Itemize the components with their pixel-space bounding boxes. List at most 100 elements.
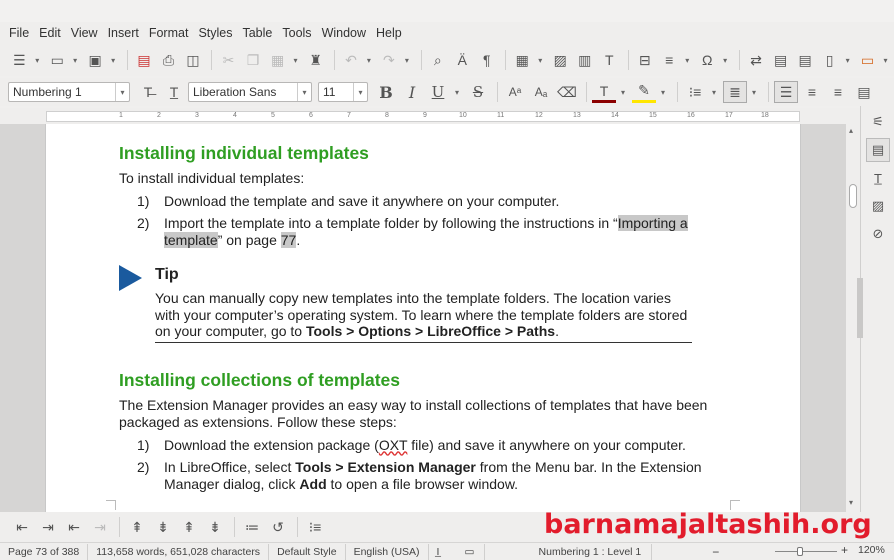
highlight-color-icon[interactable]: ✎ — [632, 81, 656, 103]
restart-numbering-icon[interactable]: ↺ — [266, 516, 290, 538]
demote-with-subpoints-icon[interactable]: ⇤ — [62, 516, 86, 538]
word-count[interactable]: 113,658 words, 651,028 characters — [88, 543, 270, 560]
strikethrough-icon[interactable]: S — [466, 81, 490, 103]
save-dropdown-icon[interactable]: ▾ — [108, 49, 117, 71]
copy-icon[interactable]: ❐ — [242, 49, 265, 71]
redo-icon[interactable]: ↷ — [378, 49, 401, 71]
zoom-level[interactable]: 120% — [858, 544, 885, 556]
comment-icon[interactable]: ▭ — [856, 49, 879, 71]
numbering-icon[interactable]: ≣ — [723, 81, 747, 103]
demote-outline-icon[interactable]: ⇤ — [10, 516, 34, 538]
menu-table[interactable]: Table — [237, 22, 277, 44]
endnote-icon[interactable]: ▤ — [794, 49, 817, 71]
sidebar-settings-icon[interactable]: ⚟ — [866, 110, 890, 134]
zoom-slider[interactable] — [775, 551, 837, 552]
menu-file[interactable]: File — [4, 22, 34, 44]
bookmark-icon[interactable]: ▯ — [818, 49, 841, 71]
chevron-down-icon[interactable]: ▾ — [297, 83, 311, 101]
highlight-dropdown-icon[interactable]: ▾ — [658, 81, 668, 103]
print-preview-icon[interactable]: ◫ — [182, 49, 205, 71]
font-name-combo[interactable]: Liberation Sans ▾ — [188, 82, 312, 102]
selection-mode-icon[interactable]: ▭ — [457, 543, 485, 560]
paragraph-style-combo[interactable]: Numbering 1 ▾ — [8, 82, 130, 102]
menu-styles[interactable]: Styles — [193, 22, 237, 44]
insert-page-break-icon[interactable]: ⊟ — [633, 49, 656, 71]
insert-field-icon[interactable]: ≡ — [658, 49, 681, 71]
open-folder-icon[interactable]: ▭ — [46, 49, 69, 71]
underline-icon[interactable]: U — [426, 81, 450, 103]
field-dropdown-icon[interactable]: ▾ — [683, 49, 692, 71]
new-style-icon[interactable]: T̲ — [162, 81, 186, 103]
chevron-down-icon[interactable]: ▾ — [115, 83, 129, 101]
menu-view[interactable]: View — [66, 22, 103, 44]
scroll-up-icon[interactable]: ▴ — [849, 126, 853, 135]
new-dropdown-icon[interactable]: ▾ — [33, 49, 42, 71]
sidebar-grip[interactable] — [857, 278, 863, 338]
menu-help[interactable]: Help — [371, 22, 407, 44]
bullets-icon[interactable]: ⁝≡ — [683, 81, 707, 103]
cut-icon[interactable]: ✂ — [217, 49, 240, 71]
zoom-in-button[interactable]: + — [841, 543, 848, 557]
move-up-icon[interactable]: ⇞ — [125, 516, 149, 538]
font-color-dropdown-icon[interactable]: ▾ — [618, 81, 628, 103]
numbering-dropdown-icon[interactable]: ▾ — [749, 81, 759, 103]
insert-image-icon[interactable]: ▨ — [549, 49, 572, 71]
bold-icon[interactable]: B — [374, 81, 398, 103]
hyperlink-icon[interactable]: ⇄ — [745, 49, 768, 71]
page-style[interactable]: Default Style — [269, 543, 346, 560]
insert-chart-icon[interactable]: ▥ — [573, 49, 596, 71]
sidebar-navigator-icon[interactable]: ⊘ — [866, 222, 890, 246]
table-dropdown-icon[interactable]: ▾ — [536, 49, 545, 71]
zoom-out-button[interactable]: − — [652, 545, 719, 559]
paste-icon[interactable]: ▦ — [266, 49, 289, 71]
undo-dropdown-icon[interactable]: ▾ — [364, 49, 373, 71]
footnote-icon[interactable]: ▤ — [769, 49, 792, 71]
export-pdf-icon[interactable]: ▤ — [133, 49, 156, 71]
more-dropdown-icon[interactable]: ▾ — [881, 49, 890, 71]
menu-format[interactable]: Format — [144, 22, 194, 44]
align-right-icon[interactable]: ≡ — [826, 81, 850, 103]
special-char-dropdown-icon[interactable]: ▾ — [720, 49, 729, 71]
sidebar-properties-icon[interactable]: ▤ — [866, 138, 890, 162]
menu-edit[interactable]: Edit — [34, 22, 66, 44]
promote-with-subpoints-icon[interactable]: ⇥ — [88, 516, 112, 538]
formatting-marks-icon[interactable]: ¶ — [476, 49, 499, 71]
superscript-icon[interactable]: Aᵃ — [503, 81, 527, 103]
save-icon[interactable]: ▣ — [84, 49, 107, 71]
bullets-numbering-dialog-icon[interactable]: ⁝≡ — [303, 516, 327, 538]
font-size-combo[interactable]: 11 ▾ — [318, 82, 368, 102]
clone-formatting-icon[interactable]: ♜ — [304, 49, 327, 71]
underline-dropdown-icon[interactable]: ▾ — [452, 81, 462, 103]
subscript-icon[interactable]: Aₐ — [529, 81, 553, 103]
insert-mode-icon[interactable]: I̲ — [429, 544, 457, 560]
print-icon[interactable]: ⎙ — [157, 49, 180, 71]
language[interactable]: English (USA) — [346, 543, 429, 560]
insert-textbox-icon[interactable]: T — [598, 49, 621, 71]
align-left-icon[interactable]: ☰ — [774, 81, 798, 103]
misspelled-word[interactable]: OXT — [379, 437, 408, 453]
spelling-icon[interactable]: Ä — [451, 49, 474, 71]
update-style-icon[interactable]: T̶ — [136, 81, 160, 103]
font-color-icon[interactable]: T — [592, 81, 616, 103]
move-down-subpoints-icon[interactable]: ⇟ — [203, 516, 227, 538]
sidebar-styles-icon[interactable]: T̲ — [866, 166, 890, 190]
align-center-icon[interactable]: ≡ — [800, 81, 824, 103]
new-document-icon[interactable]: ☰ — [8, 49, 31, 71]
sidebar-gallery-icon[interactable]: ▨ — [866, 194, 890, 218]
scrollbar-thumb[interactable] — [849, 184, 857, 208]
promote-outline-icon[interactable]: ⇥ — [36, 516, 60, 538]
undo-icon[interactable]: ↶ — [340, 49, 363, 71]
open-dropdown-icon[interactable]: ▾ — [70, 49, 79, 71]
menu-tools[interactable]: Tools — [277, 22, 316, 44]
horizontal-ruler[interactable]: 1 2 3 4 5 6 7 8 9 10 11 12 13 14 15 16 1… — [0, 108, 860, 124]
redo-dropdown-icon[interactable]: ▾ — [402, 49, 411, 71]
clear-formatting-icon[interactable]: ⌫ — [555, 81, 579, 103]
justify-icon[interactable]: ▤ — [852, 81, 876, 103]
zoom-slider-knob[interactable] — [797, 547, 803, 556]
menu-insert[interactable]: Insert — [103, 22, 144, 44]
move-up-subpoints-icon[interactable]: ⇞ — [177, 516, 201, 538]
scroll-down-icon[interactable]: ▾ — [849, 498, 853, 507]
paste-dropdown-icon[interactable]: ▾ — [291, 49, 300, 71]
menu-window[interactable]: Window — [317, 22, 371, 44]
insert-table-icon[interactable]: ▦ — [511, 49, 534, 71]
